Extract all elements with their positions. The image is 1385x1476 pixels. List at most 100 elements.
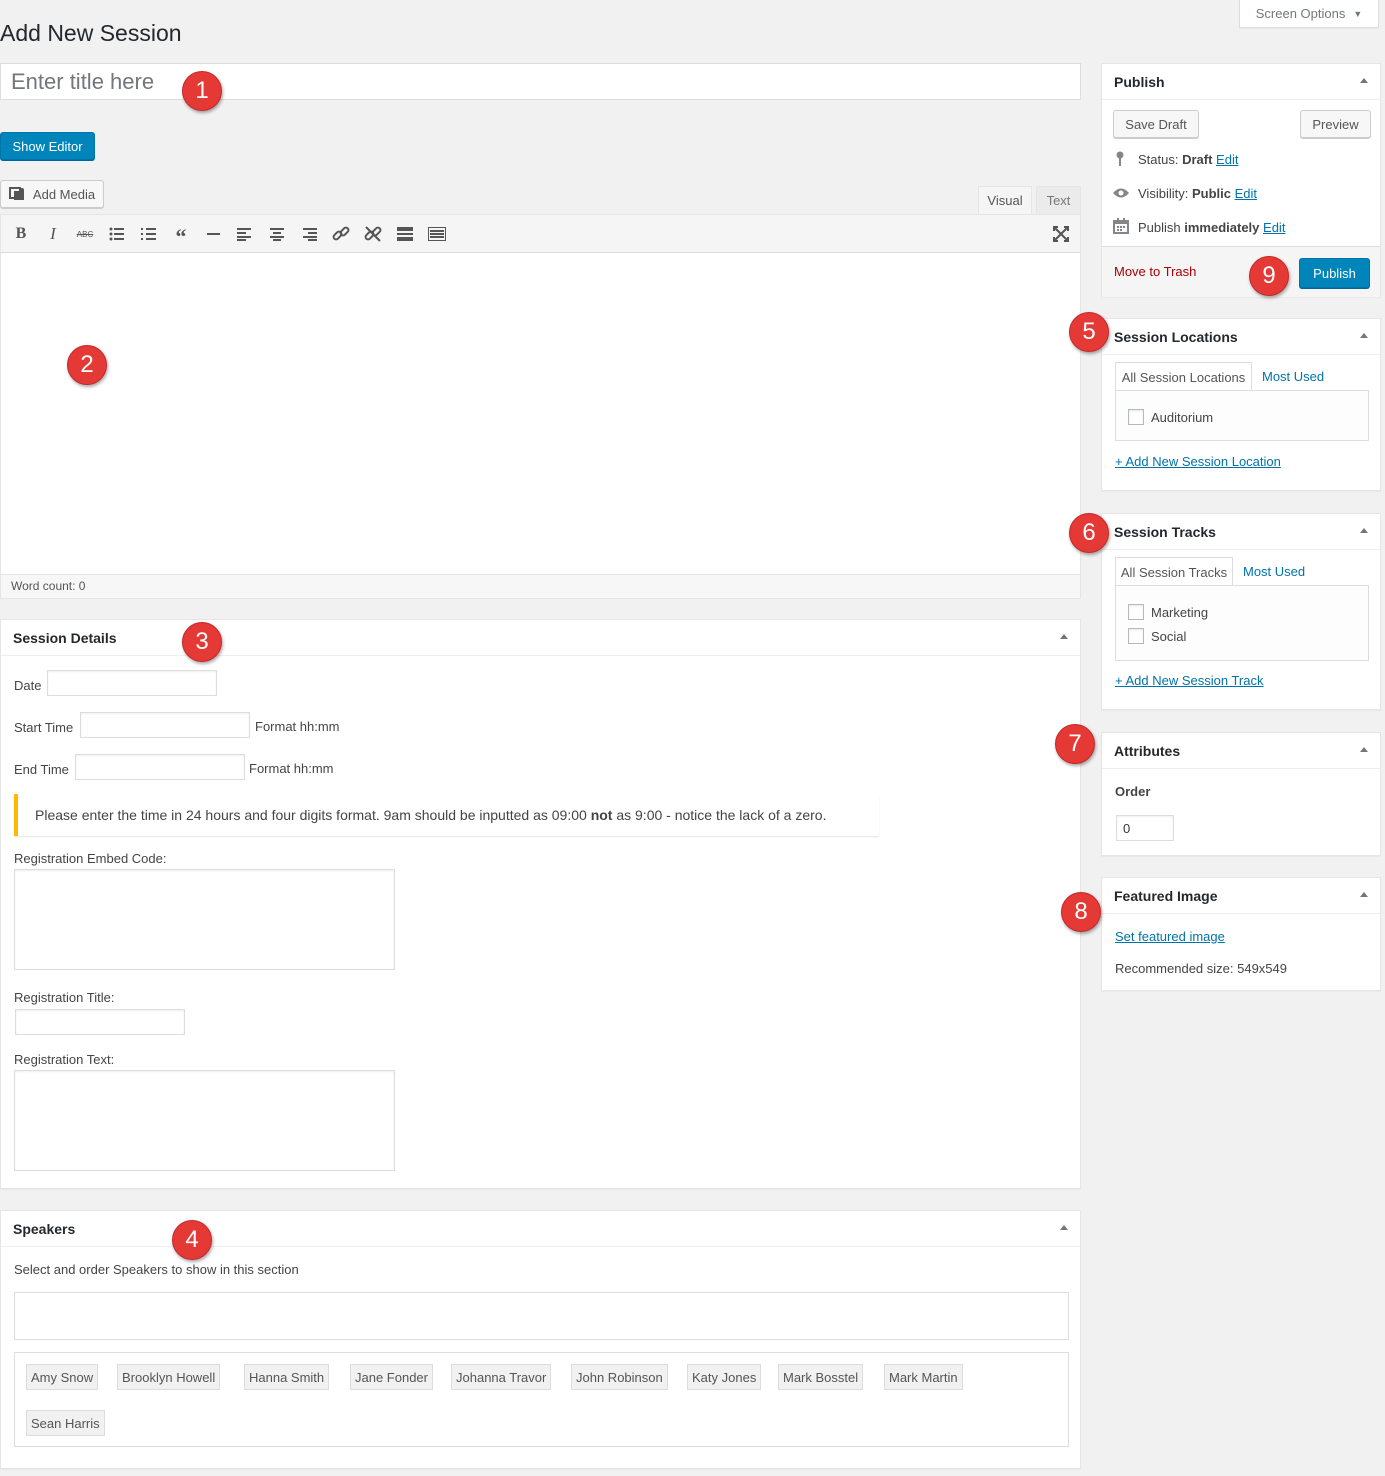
fullscreen-icon[interactable]: [1051, 225, 1071, 243]
registration-title-input[interactable]: [15, 1009, 185, 1035]
registration-text-label: Registration Text:: [14, 1052, 115, 1067]
social-checkbox[interactable]: [1128, 628, 1144, 644]
publish-header[interactable]: Publish: [1102, 64, 1380, 100]
notice-text-suffix: as 9:00 - notice the lack of a zero.: [612, 807, 827, 823]
add-media-button[interactable]: Add Media: [0, 180, 104, 208]
speaker-chip[interactable]: Sean Harris: [26, 1410, 105, 1436]
publish-time-edit-link[interactable]: Edit: [1263, 220, 1285, 235]
speakers-header[interactable]: Speakers: [1, 1211, 1080, 1247]
session-details-header[interactable]: Session Details: [1, 620, 1080, 656]
italic-icon[interactable]: I: [43, 224, 63, 243]
preview-button[interactable]: Preview: [1300, 110, 1371, 138]
bold-icon[interactable]: B: [11, 225, 31, 243]
tab-all-session-tracks[interactable]: All Session Tracks: [1115, 557, 1233, 586]
tab-text[interactable]: Text: [1036, 186, 1081, 214]
collapse-icon[interactable]: [1060, 634, 1068, 639]
tracks-checklist: Marketing Social: [1115, 585, 1369, 661]
status-row: Status: Draft Edit: [1138, 152, 1238, 167]
marker-6: 6: [1069, 513, 1109, 553]
toolbar-toggle-icon[interactable]: [427, 225, 447, 243]
calendar-icon: [1113, 218, 1129, 237]
order-label: Order: [1115, 784, 1151, 799]
set-featured-image-link[interactable]: Set featured image: [1115, 929, 1225, 944]
marker-2: 2: [67, 345, 107, 385]
publish-actions: Move to Trash Publish: [1102, 246, 1380, 297]
speakers-title: Speakers: [13, 1220, 76, 1237]
visibility-value: Public: [1191, 186, 1231, 201]
speaker-chip[interactable]: Katy Jones: [687, 1364, 762, 1390]
read-more-icon[interactable]: [395, 225, 415, 243]
session-tracks-header[interactable]: Session Tracks: [1102, 514, 1380, 550]
start-time-label: Start Time: [14, 720, 74, 735]
auditorium-checkbox[interactable]: [1128, 409, 1144, 425]
marker-7: 7: [1055, 724, 1095, 764]
speaker-chip[interactable]: Jane Fonder: [350, 1364, 433, 1390]
session-locations-header[interactable]: Session Locations: [1102, 319, 1380, 355]
align-left-icon[interactable]: [235, 225, 255, 243]
time-format-notice: Please enter the time in 24 hours and fo…: [14, 794, 879, 836]
link-icon[interactable]: [331, 225, 351, 243]
collapse-icon[interactable]: [1360, 892, 1368, 897]
tab-most-used-locations[interactable]: Most Used: [1262, 369, 1324, 384]
registration-text-textarea[interactable]: [14, 1070, 395, 1171]
horizontal-rule-icon[interactable]: [203, 225, 223, 243]
selected-speakers-list[interactable]: [14, 1292, 1069, 1340]
end-time-format-hint: Format hh:mm: [249, 761, 334, 776]
save-draft-button[interactable]: Save Draft: [1113, 110, 1199, 138]
page-title: Add New Session: [0, 20, 182, 46]
speaker-chip[interactable]: John Robinson: [571, 1364, 668, 1390]
speaker-chip[interactable]: Johanna Travor: [451, 1364, 552, 1390]
blockquote-icon[interactable]: “: [171, 225, 191, 248]
content-editor[interactable]: B I ABC “ Word count: 0: [0, 214, 1081, 599]
add-new-session-track-link[interactable]: + Add New Session Track: [1115, 673, 1264, 688]
date-input[interactable]: [47, 670, 217, 696]
visibility-row: Visibility: Public Edit: [1138, 186, 1257, 201]
end-time-input[interactable]: [75, 754, 245, 780]
session-locations-title: Session Locations: [1114, 328, 1238, 345]
add-new-session-location-link[interactable]: + Add New Session Location: [1115, 454, 1281, 469]
speakers-box: Speakers Select and order Speakers to sh…: [0, 1210, 1081, 1469]
collapse-icon[interactable]: [1360, 528, 1368, 533]
status-edit-link[interactable]: Edit: [1216, 152, 1238, 167]
align-right-icon[interactable]: [299, 225, 319, 243]
locations-checklist: Auditorium: [1115, 390, 1369, 441]
visibility-label: Visibility:: [1138, 186, 1192, 201]
show-editor-button[interactable]: Show Editor: [0, 132, 95, 160]
collapse-icon[interactable]: [1360, 747, 1368, 752]
featured-image-box: Featured Image Set featured image Recomm…: [1101, 877, 1381, 991]
media-icon: [8, 187, 24, 200]
bullet-list-icon[interactable]: [107, 225, 127, 243]
attributes-header[interactable]: Attributes: [1102, 733, 1380, 769]
speaker-chip[interactable]: Mark Bosstel: [778, 1364, 864, 1390]
collapse-icon[interactable]: [1360, 78, 1368, 83]
move-to-trash-link[interactable]: Move to Trash: [1114, 264, 1196, 279]
unlink-icon[interactable]: [363, 225, 383, 243]
tab-visual[interactable]: Visual: [978, 186, 1032, 214]
word-count: Word count: 0: [1, 574, 1080, 598]
align-center-icon[interactable]: [267, 225, 287, 243]
strikethrough-icon[interactable]: ABC: [75, 225, 95, 243]
order-input[interactable]: 0: [1116, 815, 1174, 841]
featured-image-header[interactable]: Featured Image: [1102, 878, 1380, 914]
collapse-icon[interactable]: [1060, 1225, 1068, 1230]
collapse-icon[interactable]: [1360, 333, 1368, 338]
title-input[interactable]: [0, 63, 1081, 100]
publish-button[interactable]: Publish: [1299, 258, 1370, 288]
screen-options-button[interactable]: Screen Options ▼: [1239, 0, 1379, 28]
editor-toolbar: B I ABC “: [1, 215, 1080, 253]
marketing-checkbox[interactable]: [1128, 604, 1144, 620]
marker-4: 4: [172, 1220, 212, 1260]
speaker-chip[interactable]: Brooklyn Howell: [117, 1364, 221, 1390]
publish-time-row: Publish immediately Edit: [1138, 220, 1285, 235]
start-time-input[interactable]: [80, 712, 250, 738]
status-label: Status:: [1138, 152, 1183, 167]
registration-embed-textarea[interactable]: [14, 869, 395, 970]
tab-most-used-tracks[interactable]: Most Used: [1243, 564, 1305, 579]
speaker-chip[interactable]: Mark Martin: [884, 1364, 963, 1390]
numbered-list-icon[interactable]: [139, 225, 159, 243]
tab-all-session-locations[interactable]: All Session Locations: [1115, 362, 1252, 391]
visibility-edit-link[interactable]: Edit: [1235, 186, 1257, 201]
speakers-description: Select and order Speakers to show in thi…: [14, 1262, 299, 1277]
speaker-chip[interactable]: Hanna Smith: [244, 1364, 330, 1390]
speaker-chip[interactable]: Amy Snow: [26, 1364, 99, 1390]
